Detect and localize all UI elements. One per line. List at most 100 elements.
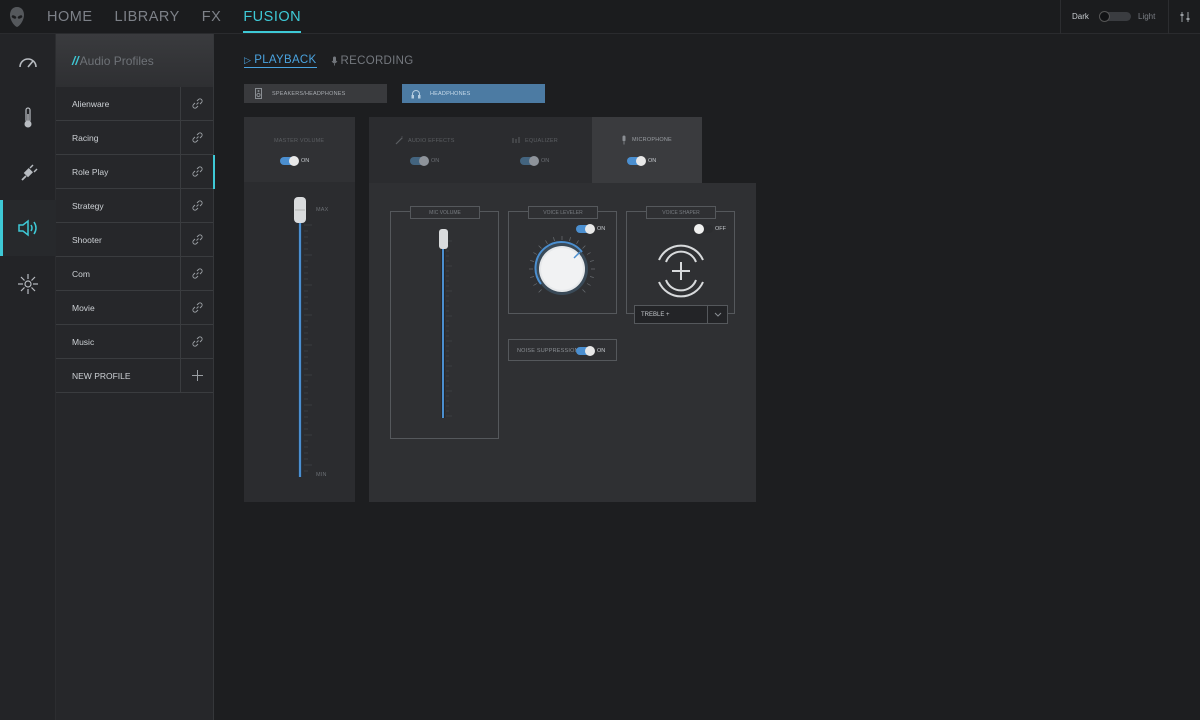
rail-audio[interactable] bbox=[0, 200, 56, 256]
sliders-icon bbox=[1180, 12, 1190, 22]
equalizer-label: EQUALIZER bbox=[525, 138, 558, 144]
noise-suppression-toggle[interactable] bbox=[576, 346, 595, 356]
device-speakers-headphones[interactable]: SPEAKERS/HEADPHONES bbox=[244, 84, 387, 103]
noise-suppression-label: NOISE SUPPRESSION bbox=[517, 348, 579, 354]
profile-name: Shooter bbox=[72, 234, 102, 245]
speaker-device-icon bbox=[244, 88, 272, 99]
audio-effects-toggle[interactable] bbox=[410, 156, 429, 166]
profile-row[interactable]: Music bbox=[56, 325, 213, 359]
toggle-knob bbox=[636, 156, 646, 166]
rail-thermal[interactable] bbox=[0, 90, 56, 146]
theme-dark-label: Dark bbox=[1072, 12, 1089, 21]
microphone-toggle-label: ON bbox=[648, 158, 657, 164]
tab-microphone[interactable]: MICROPHONE ON bbox=[592, 117, 702, 184]
toggle-knob bbox=[585, 224, 595, 234]
device-speakers-label: SPEAKERS/HEADPHONES bbox=[272, 90, 346, 97]
master-volume-toggle[interactable] bbox=[280, 156, 299, 166]
profile-row[interactable]: Movie bbox=[56, 291, 213, 325]
master-volume-panel: MASTER VOLUME ON MAX MIN bbox=[244, 117, 355, 502]
power-plug-icon bbox=[21, 164, 38, 181]
master-max-label: MAX bbox=[316, 207, 329, 213]
profile-row[interactable]: Role Play bbox=[56, 155, 215, 189]
voice-shaper-icon bbox=[658, 244, 704, 298]
mic-volume-slider[interactable] bbox=[434, 227, 464, 422]
voice-shaper-select-value: TREBLE + bbox=[641, 311, 670, 318]
settings-button[interactable] bbox=[1168, 0, 1200, 34]
top-bar: HOME LIBRARY FX FUSION Dark Light bbox=[0, 0, 1200, 34]
voice-leveler-knob[interactable] bbox=[527, 234, 597, 304]
noise-suppression-toggle-label: ON bbox=[597, 348, 606, 354]
alien-logo-icon[interactable] bbox=[9, 6, 25, 28]
rail-power[interactable] bbox=[0, 146, 56, 202]
voice-leveler-toggle[interactable] bbox=[576, 224, 595, 234]
nav-library[interactable]: LIBRARY bbox=[115, 0, 180, 34]
voice-shaper-toggle[interactable] bbox=[694, 224, 713, 234]
tab-recording[interactable]: RECORDING bbox=[331, 54, 414, 68]
speaker-icon bbox=[18, 219, 37, 237]
thermometer-icon bbox=[24, 107, 32, 128]
microphone-toggle[interactable] bbox=[627, 156, 646, 166]
main-nav: HOME LIBRARY FX FUSION bbox=[47, 0, 323, 34]
tab-audio-effects[interactable]: AUDIO EFFECTS ON bbox=[369, 117, 479, 183]
tab-playback[interactable]: ▷ PLAYBACK bbox=[244, 54, 317, 68]
audio-effects-toggle-label: ON bbox=[431, 158, 440, 164]
sun-icon bbox=[18, 274, 38, 294]
profile-name: Role Play bbox=[72, 166, 109, 177]
link-icon[interactable] bbox=[180, 257, 213, 290]
link-icon[interactable] bbox=[180, 325, 213, 358]
noise-suppression-box: NOISE SUPPRESSION ON bbox=[508, 339, 617, 361]
link-icon[interactable] bbox=[180, 121, 213, 154]
profiles-header-prefix: // bbox=[72, 54, 79, 68]
plus-icon[interactable] bbox=[180, 359, 213, 392]
nav-fusion[interactable]: FUSION bbox=[243, 0, 301, 34]
voice-shaper-box: VOICE SHAPER OFF bbox=[626, 206, 735, 314]
master-volume-slider[interactable] bbox=[290, 195, 324, 485]
audio-effects-label: AUDIO EFFECTS bbox=[408, 138, 455, 144]
mic-volume-title: MIC VOLUME bbox=[410, 206, 480, 219]
toggle-knob bbox=[289, 156, 299, 166]
voice-leveler-title: VOICE LEVELER bbox=[528, 206, 598, 219]
device-headphones-label: HEADPHONES bbox=[430, 90, 471, 97]
device-headphones[interactable]: HEADPHONES bbox=[402, 84, 545, 103]
theme-toggle-knob bbox=[1099, 11, 1110, 22]
mic-icon bbox=[622, 135, 626, 145]
mic-volume-thumb[interactable] bbox=[439, 229, 448, 249]
wand-icon bbox=[395, 136, 403, 145]
tab-recording-label: RECORDING bbox=[340, 55, 414, 67]
profile-row[interactable]: Shooter bbox=[56, 223, 213, 257]
rail-lighting[interactable] bbox=[0, 256, 56, 312]
tab-equalizer[interactable]: EQUALIZER ON bbox=[479, 117, 591, 183]
link-icon[interactable] bbox=[180, 155, 213, 188]
link-icon[interactable] bbox=[180, 223, 213, 256]
mic-volume-box: MIC VOLUME bbox=[390, 206, 499, 439]
play-icon: ▷ bbox=[244, 54, 252, 65]
link-icon[interactable] bbox=[180, 291, 213, 324]
new-profile-row[interactable]: NEW PROFILE bbox=[56, 359, 213, 393]
voice-shaper-title: VOICE SHAPER bbox=[646, 206, 716, 219]
profile-row[interactable]: Racing bbox=[56, 121, 213, 155]
nav-home[interactable]: HOME bbox=[47, 0, 93, 34]
gauge-icon bbox=[19, 58, 37, 68]
profile-list: Alienware Racing Role Play Strategy Shooter C… bbox=[56, 87, 215, 393]
audio-profiles-panel: //Audio Profiles Alienware Racing Role Pla… bbox=[56, 34, 215, 720]
profiles-header: //Audio Profiles bbox=[56, 34, 213, 87]
theme-toggle[interactable] bbox=[1099, 11, 1131, 22]
profile-row[interactable]: Strategy bbox=[56, 189, 213, 223]
link-icon[interactable] bbox=[180, 189, 213, 222]
tab-playback-label: PLAYBACK bbox=[254, 54, 317, 66]
equalizer-icon bbox=[512, 137, 520, 143]
profile-name: Movie bbox=[72, 302, 95, 313]
link-icon[interactable] bbox=[180, 87, 213, 120]
mic-icon bbox=[331, 56, 337, 66]
rail-performance[interactable] bbox=[0, 34, 56, 90]
voice-shaper-select[interactable]: TREBLE + bbox=[634, 305, 728, 324]
profile-name: Music bbox=[72, 336, 95, 347]
profile-name: NEW PROFILE bbox=[72, 370, 131, 381]
chevron-down-icon[interactable] bbox=[707, 306, 727, 323]
master-volume-label: MASTER VOLUME bbox=[274, 138, 325, 144]
profile-row[interactable]: Com bbox=[56, 257, 213, 291]
voice-leveler-toggle-label: ON bbox=[597, 226, 606, 232]
nav-fx[interactable]: FX bbox=[202, 0, 222, 34]
profile-row[interactable]: Alienware bbox=[56, 87, 213, 121]
equalizer-toggle[interactable] bbox=[520, 156, 539, 166]
